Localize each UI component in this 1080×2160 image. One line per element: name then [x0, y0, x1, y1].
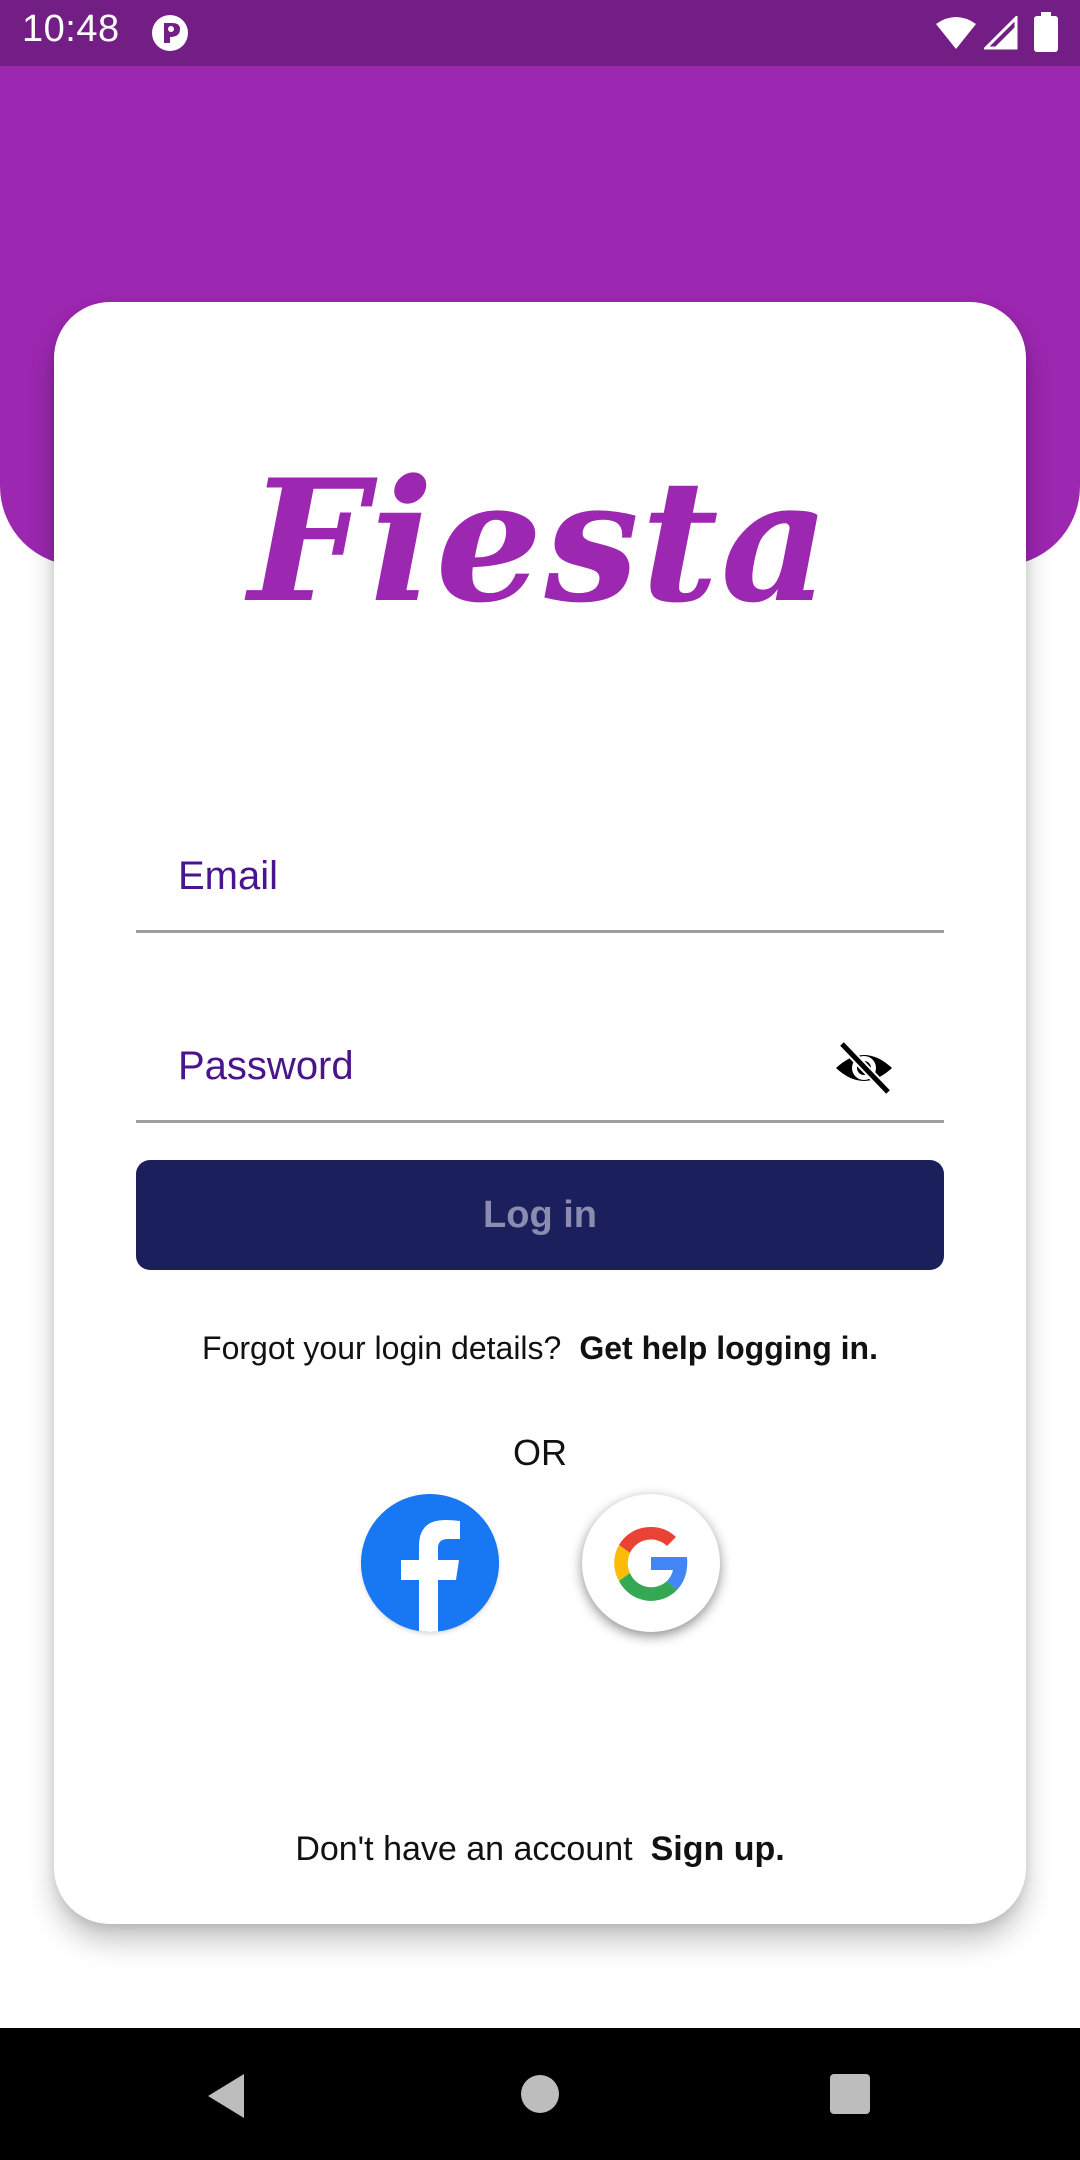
status-bar: 10:48 — [0, 0, 1080, 66]
login-button[interactable]: Log in — [136, 1160, 944, 1270]
sign-up-link[interactable]: Sign up. — [651, 1830, 785, 1868]
eye-off-icon[interactable] — [832, 1040, 896, 1096]
recents-icon[interactable] — [830, 2074, 870, 2114]
facebook-login-button[interactable] — [361, 1494, 499, 1632]
get-help-link[interactable]: Get help logging in. — [579, 1330, 878, 1366]
navigation-bar — [0, 2028, 1080, 2160]
forgot-login-text: Forgot your login details? — [202, 1330, 562, 1366]
app-notification-icon — [152, 15, 188, 51]
wifi-icon — [936, 17, 976, 49]
help-row: Forgot your login details? Get help loggi… — [54, 1330, 1026, 1367]
login-card: Fiesta Email Password Log in Forgot your… — [54, 302, 1026, 1924]
password-field-label: Password — [178, 1044, 354, 1088]
email-field[interactable]: Email — [136, 830, 944, 933]
home-icon[interactable] — [520, 2074, 560, 2114]
login-screen: 10:48 Fiesta Email Password Log in Forgo… — [0, 0, 1080, 2160]
back-icon[interactable] — [204, 2072, 248, 2120]
email-field-label: Email — [178, 854, 279, 898]
password-field[interactable]: Password — [136, 1020, 944, 1123]
app-logo: Fiesta — [248, 442, 832, 640]
signup-row: Don't have an account Sign up. — [54, 1830, 1026, 1869]
or-divider: OR — [513, 1432, 567, 1473]
signal-icon — [984, 16, 1018, 50]
no-account-text: Don't have an account — [295, 1830, 633, 1868]
google-login-button[interactable] — [582, 1494, 720, 1632]
battery-icon — [1034, 12, 1058, 52]
login-button-label: Log in — [483, 1193, 597, 1236]
google-icon — [614, 1526, 688, 1601]
facebook-icon — [361, 1494, 499, 1632]
status-time: 10:48 — [22, 8, 120, 50]
